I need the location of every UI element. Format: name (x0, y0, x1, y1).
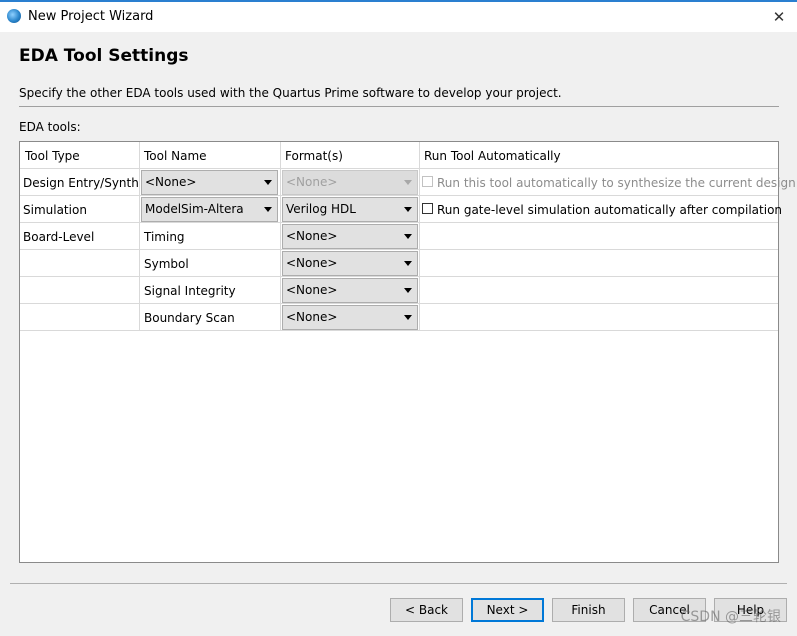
quartus-app-icon (7, 9, 21, 23)
chevron-down-icon (264, 207, 272, 212)
run-gate-level-sim-label[interactable]: Run gate-level simulation automatically … (437, 196, 782, 224)
run-synthesis-checkbox (422, 176, 433, 187)
tool-name-cell: Timing (144, 230, 185, 244)
chevron-down-icon (264, 180, 272, 185)
chevron-down-icon (404, 261, 412, 266)
tool-type-cell (20, 250, 139, 277)
column-header-formats: Format(s) (285, 149, 343, 163)
title-bar: New Project Wizard ✕ (0, 0, 797, 32)
tool-name-select[interactable]: ModelSim-Altera (141, 197, 278, 222)
column-header-run-automatically: Run Tool Automatically (424, 149, 561, 163)
format-value: Verilog HDL (286, 202, 356, 216)
table-row-simulation: Simulation ModelSim-Altera Verilog HDL R… (20, 196, 782, 223)
table-header-row: Tool Type Tool Name Format(s) Run Tool A… (20, 142, 778, 169)
chevron-down-icon (404, 288, 412, 293)
format-value: <None> (286, 283, 338, 297)
page-description: Specify the other EDA tools used with th… (19, 86, 562, 100)
eda-tools-table: Tool Type Tool Name Format(s) Run Tool A… (19, 141, 796, 563)
next-button[interactable]: Next > (471, 598, 544, 622)
format-select[interactable]: <None> (282, 251, 418, 276)
tool-name-value: <None> (145, 175, 197, 189)
chevron-down-icon (404, 207, 412, 212)
tool-name-cell: Signal Integrity (144, 284, 236, 298)
tool-name-value: ModelSim-Altera (145, 202, 244, 216)
table-row-board-boundary-scan: Boundary Scan <None> (20, 304, 778, 331)
run-synthesis-label: Run this tool automatically to synthesiz… (437, 176, 796, 190)
table-row-board-timing: Board-Level Timing <None> (20, 223, 778, 250)
tool-name-select[interactable]: <None> (141, 170, 278, 195)
column-header-tool-name: Tool Name (144, 149, 207, 163)
chevron-down-icon (404, 234, 412, 239)
run-gate-level-sim-checkbox[interactable] (422, 203, 433, 214)
format-value: <None> (286, 229, 338, 243)
window-title: New Project Wizard (28, 9, 154, 24)
back-button[interactable]: < Back (390, 598, 463, 622)
tool-type-cell: Design Entry/Synth... (23, 176, 139, 190)
close-button[interactable]: ✕ (767, 6, 791, 28)
table-row-board-symbol: Symbol <None> (20, 250, 778, 277)
table-row-design-entry: Design Entry/Synth... <None> <None> Run … (20, 169, 796, 196)
footer-divider (10, 583, 787, 584)
tool-type-cell: Board-Level (23, 230, 95, 244)
format-value: <None> (286, 175, 338, 189)
run-auto-cell: Run gate-level simulation automatically … (419, 196, 782, 223)
column-header-tool-type: Tool Type (25, 149, 80, 163)
tool-type-cell: Simulation (23, 203, 87, 217)
tool-name-cell: Boundary Scan (144, 311, 235, 325)
page-title: EDA Tool Settings (19, 46, 189, 66)
table-row-board-signal-integrity: Signal Integrity <None> (20, 277, 778, 304)
format-value: <None> (286, 310, 338, 324)
format-value: <None> (286, 256, 338, 270)
chevron-down-icon (404, 180, 412, 185)
format-select[interactable]: <None> (282, 278, 418, 303)
header-divider (19, 106, 779, 107)
tool-type-cell (20, 304, 139, 331)
tool-name-cell: Symbol (144, 257, 189, 271)
run-auto-cell: Run this tool automatically to synthesiz… (419, 169, 796, 196)
format-select[interactable]: <None> (282, 305, 418, 330)
eda-tools-label: EDA tools: (19, 120, 81, 134)
format-select: <None> (282, 170, 418, 195)
finish-button[interactable]: Finish (552, 598, 625, 622)
watermark: CSDN @三轮银 (680, 609, 781, 625)
tool-type-cell (20, 277, 139, 304)
format-select[interactable]: <None> (282, 224, 418, 249)
close-icon: ✕ (772, 8, 786, 26)
chevron-down-icon (404, 315, 412, 320)
format-select[interactable]: Verilog HDL (282, 197, 418, 222)
